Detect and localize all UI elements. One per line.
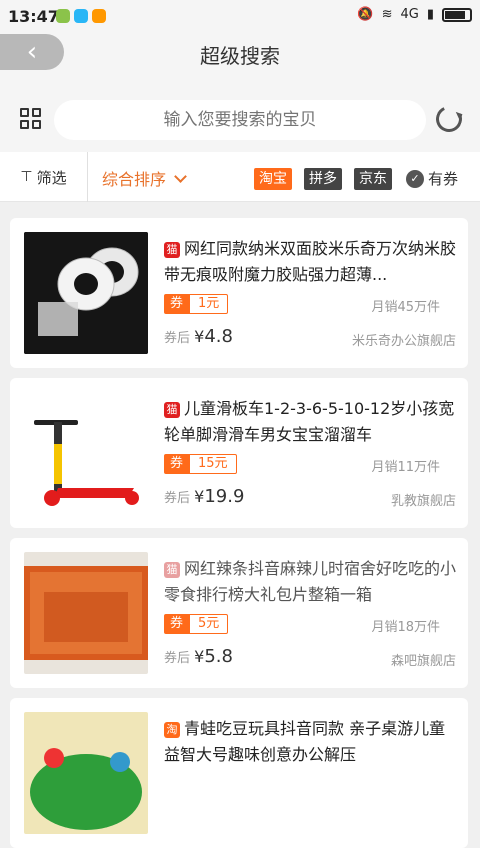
status-bar: 13:47 🔕 ≋ 4G ▮: [0, 0, 480, 34]
product-title[interactable]: 猫儿童滑板车1-2-3-6-5-10-12岁小孩宽轮单脚滑滑车男女宝宝溜溜车: [164, 396, 456, 448]
platform-jd[interactable]: 京东: [354, 168, 392, 190]
app-notification-icon: [74, 9, 88, 23]
product-image: [24, 712, 148, 834]
monthly-sales: 月销45万件: [371, 300, 440, 315]
tmall-icon: 猫: [164, 241, 180, 258]
coupon-badge: 券 15元: [164, 454, 237, 474]
store-name[interactable]: 森吧旗舰店: [391, 650, 456, 669]
product-title[interactable]: 猫网红辣条抖音麻辣儿时宿舍好吃吃的小零食排行榜大礼包片整箱一箱: [164, 556, 456, 608]
scooter-image: [24, 392, 148, 514]
network-label: 4G: [400, 7, 419, 22]
coupon-badge: 券 1元: [164, 294, 229, 314]
app-notification-icon: [92, 9, 106, 23]
store-name[interactable]: 米乐奇办公旗舰店: [352, 330, 456, 349]
search-input[interactable]: [54, 100, 426, 140]
store-name[interactable]: 乳教旗舰店: [391, 490, 456, 509]
chevron-down-icon: [174, 169, 187, 183]
sort-label: 综合排序: [102, 170, 167, 189]
app-notification-icon: [56, 9, 70, 23]
frog-game-image: [24, 712, 148, 834]
refresh-icon[interactable]: [432, 102, 466, 136]
snack-image: [24, 552, 148, 674]
monthly-sales: 月销11万件: [371, 460, 440, 475]
product-title[interactable]: 猫网红同款纳米双面胶米乐奇万次纳米胶带无痕吸附魔力胶贴强力超薄...: [164, 236, 456, 288]
battery-icon: [442, 7, 472, 22]
filter-button[interactable]: ⊤ 筛选: [0, 152, 88, 202]
page-title: 超级搜索: [200, 44, 280, 68]
search-row: [0, 90, 480, 152]
product-image: [24, 232, 148, 354]
filter-bar: ⊤ 筛选 综合排序 淘宝 拼多 京东 ✓ 有券: [0, 152, 480, 202]
tmall-icon: 猫: [164, 401, 180, 418]
mute-icon: 🔕: [357, 7, 374, 22]
tape-image: [24, 232, 148, 354]
filter-icon: ⊤: [20, 169, 33, 185]
coupon-badge: 券 5元: [164, 614, 229, 634]
product-card[interactable]: 猫儿童滑板车1-2-3-6-5-10-12岁小孩宽轮单脚滑滑车男女宝宝溜溜车 券…: [10, 378, 468, 528]
platform-pinduoduo[interactable]: 拼多: [304, 168, 342, 190]
check-icon: ✓: [406, 169, 424, 188]
price: 券后 ¥4.8: [164, 326, 233, 347]
signal-icon: ▮: [426, 7, 434, 22]
product-image: [24, 552, 148, 674]
product-image: [24, 392, 148, 514]
product-card[interactable]: 淘青蛙吃豆玩具抖音同款 亲子桌游儿童 益智大号趣味创意办公解压: [10, 698, 468, 848]
coupon-toggle-label: 有券: [428, 170, 459, 188]
platform-taobao[interactable]: 淘宝: [254, 168, 292, 190]
coupon-toggle[interactable]: ✓ 有券: [406, 168, 458, 189]
sort-dropdown[interactable]: 综合排序: [102, 166, 187, 190]
app-header: ‹ 超级搜索: [0, 34, 480, 90]
status-time: 13:47: [8, 7, 59, 26]
product-title[interactable]: 淘青蛙吃豆玩具抖音同款 亲子桌游儿童 益智大号趣味创意办公解压: [164, 716, 456, 768]
grid-icon[interactable]: [20, 108, 42, 130]
notification-icons: [56, 9, 106, 23]
product-card[interactable]: 猫网红同款纳米双面胶米乐奇万次纳米胶带无痕吸附魔力胶贴强力超薄... 券 1元 月…: [10, 218, 468, 368]
price: 券后 ¥5.8: [164, 646, 233, 667]
tmall-icon: 猫: [164, 561, 180, 578]
product-card[interactable]: 猫网红辣条抖音麻辣儿时宿舍好吃吃的小零食排行榜大礼包片整箱一箱 券 5元 月销18…: [10, 538, 468, 688]
price: 券后 ¥19.9: [164, 486, 245, 507]
filter-label: 筛选: [36, 168, 67, 187]
wifi-icon: ≋: [381, 7, 393, 22]
system-icons: 🔕 ≋ 4G ▮: [357, 7, 472, 22]
monthly-sales: 月销18万件: [371, 620, 440, 635]
taobao-icon: 淘: [164, 721, 180, 738]
